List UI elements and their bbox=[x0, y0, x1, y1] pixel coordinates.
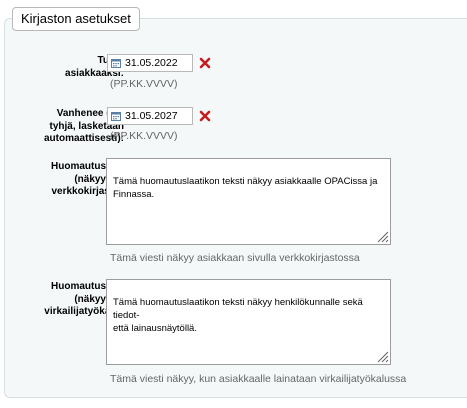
opac-note-label: Huomautus (näkyy verkkokirjastossa bbox=[0, 161, 136, 199]
opac-note-textarea[interactable]: Tämä huomautuslaatikon teksti näkyy asia… bbox=[106, 158, 391, 245]
clear-date-icon[interactable] bbox=[199, 57, 211, 69]
expiry-label: Vanhenee (jos tyhjä, lasketaan automaatt… bbox=[4, 108, 124, 146]
staff-note-label-line2: (näkyy bbox=[74, 293, 106, 305]
expiry-date-input[interactable]: 31.05.2027 bbox=[107, 107, 193, 125]
registered-date-hint: (PP.KK.VVVV) bbox=[110, 78, 178, 90]
fieldset-legend: Kirjaston asetukset bbox=[12, 7, 140, 31]
opac-note-hint: Tämä viesti näkyy asiakkaan sivulla verk… bbox=[110, 252, 360, 264]
opac-note-label-line2: (näkyy bbox=[74, 173, 106, 185]
resize-grip-icon[interactable] bbox=[375, 229, 389, 243]
registered-date-input[interactable]: 31.05.2022 bbox=[107, 54, 193, 72]
registered-label-line2: asiakkaaksi: bbox=[65, 67, 124, 79]
expiry-date-value: 31.05.2027 bbox=[125, 110, 178, 122]
expiry-label-line2: tyhjä, lasketaan bbox=[49, 120, 124, 132]
staff-note-textarea[interactable]: Tämä huomautuslaatikon teksti näkyy henk… bbox=[106, 279, 391, 365]
staff-note-label: Huomautus (näkyy virkailijatyökalussa bbox=[0, 281, 136, 319]
staff-note-label-line1: Huomautus bbox=[51, 281, 106, 292]
clear-date-icon[interactable] bbox=[199, 110, 211, 122]
staff-note-hint: Tämä viesti näkyy, kun asiakkaalle laina… bbox=[110, 373, 407, 385]
expiry-label-line1: Vanhenee (jos bbox=[56, 108, 124, 119]
expiry-date-hint: (PP.KK.VVVV) bbox=[110, 130, 178, 142]
registered-label: Tullut asiakkaaksi: bbox=[4, 55, 124, 80]
resize-grip-icon[interactable] bbox=[375, 349, 389, 363]
calendar-icon[interactable] bbox=[111, 58, 121, 68]
registered-label-line1: Tullut bbox=[4, 55, 124, 68]
opac-note-label-line1: Huomautus bbox=[51, 161, 106, 172]
registered-date-value: 31.05.2022 bbox=[125, 57, 178, 69]
staff-note-text: Tämä huomautuslaatikon teksti näkyy henk… bbox=[113, 297, 363, 334]
opac-note-text: Tämä huomautuslaatikon teksti näkyy asia… bbox=[113, 176, 378, 200]
expiry-label-line3: automaattisesti): bbox=[43, 133, 124, 144]
calendar-icon[interactable] bbox=[111, 111, 121, 121]
